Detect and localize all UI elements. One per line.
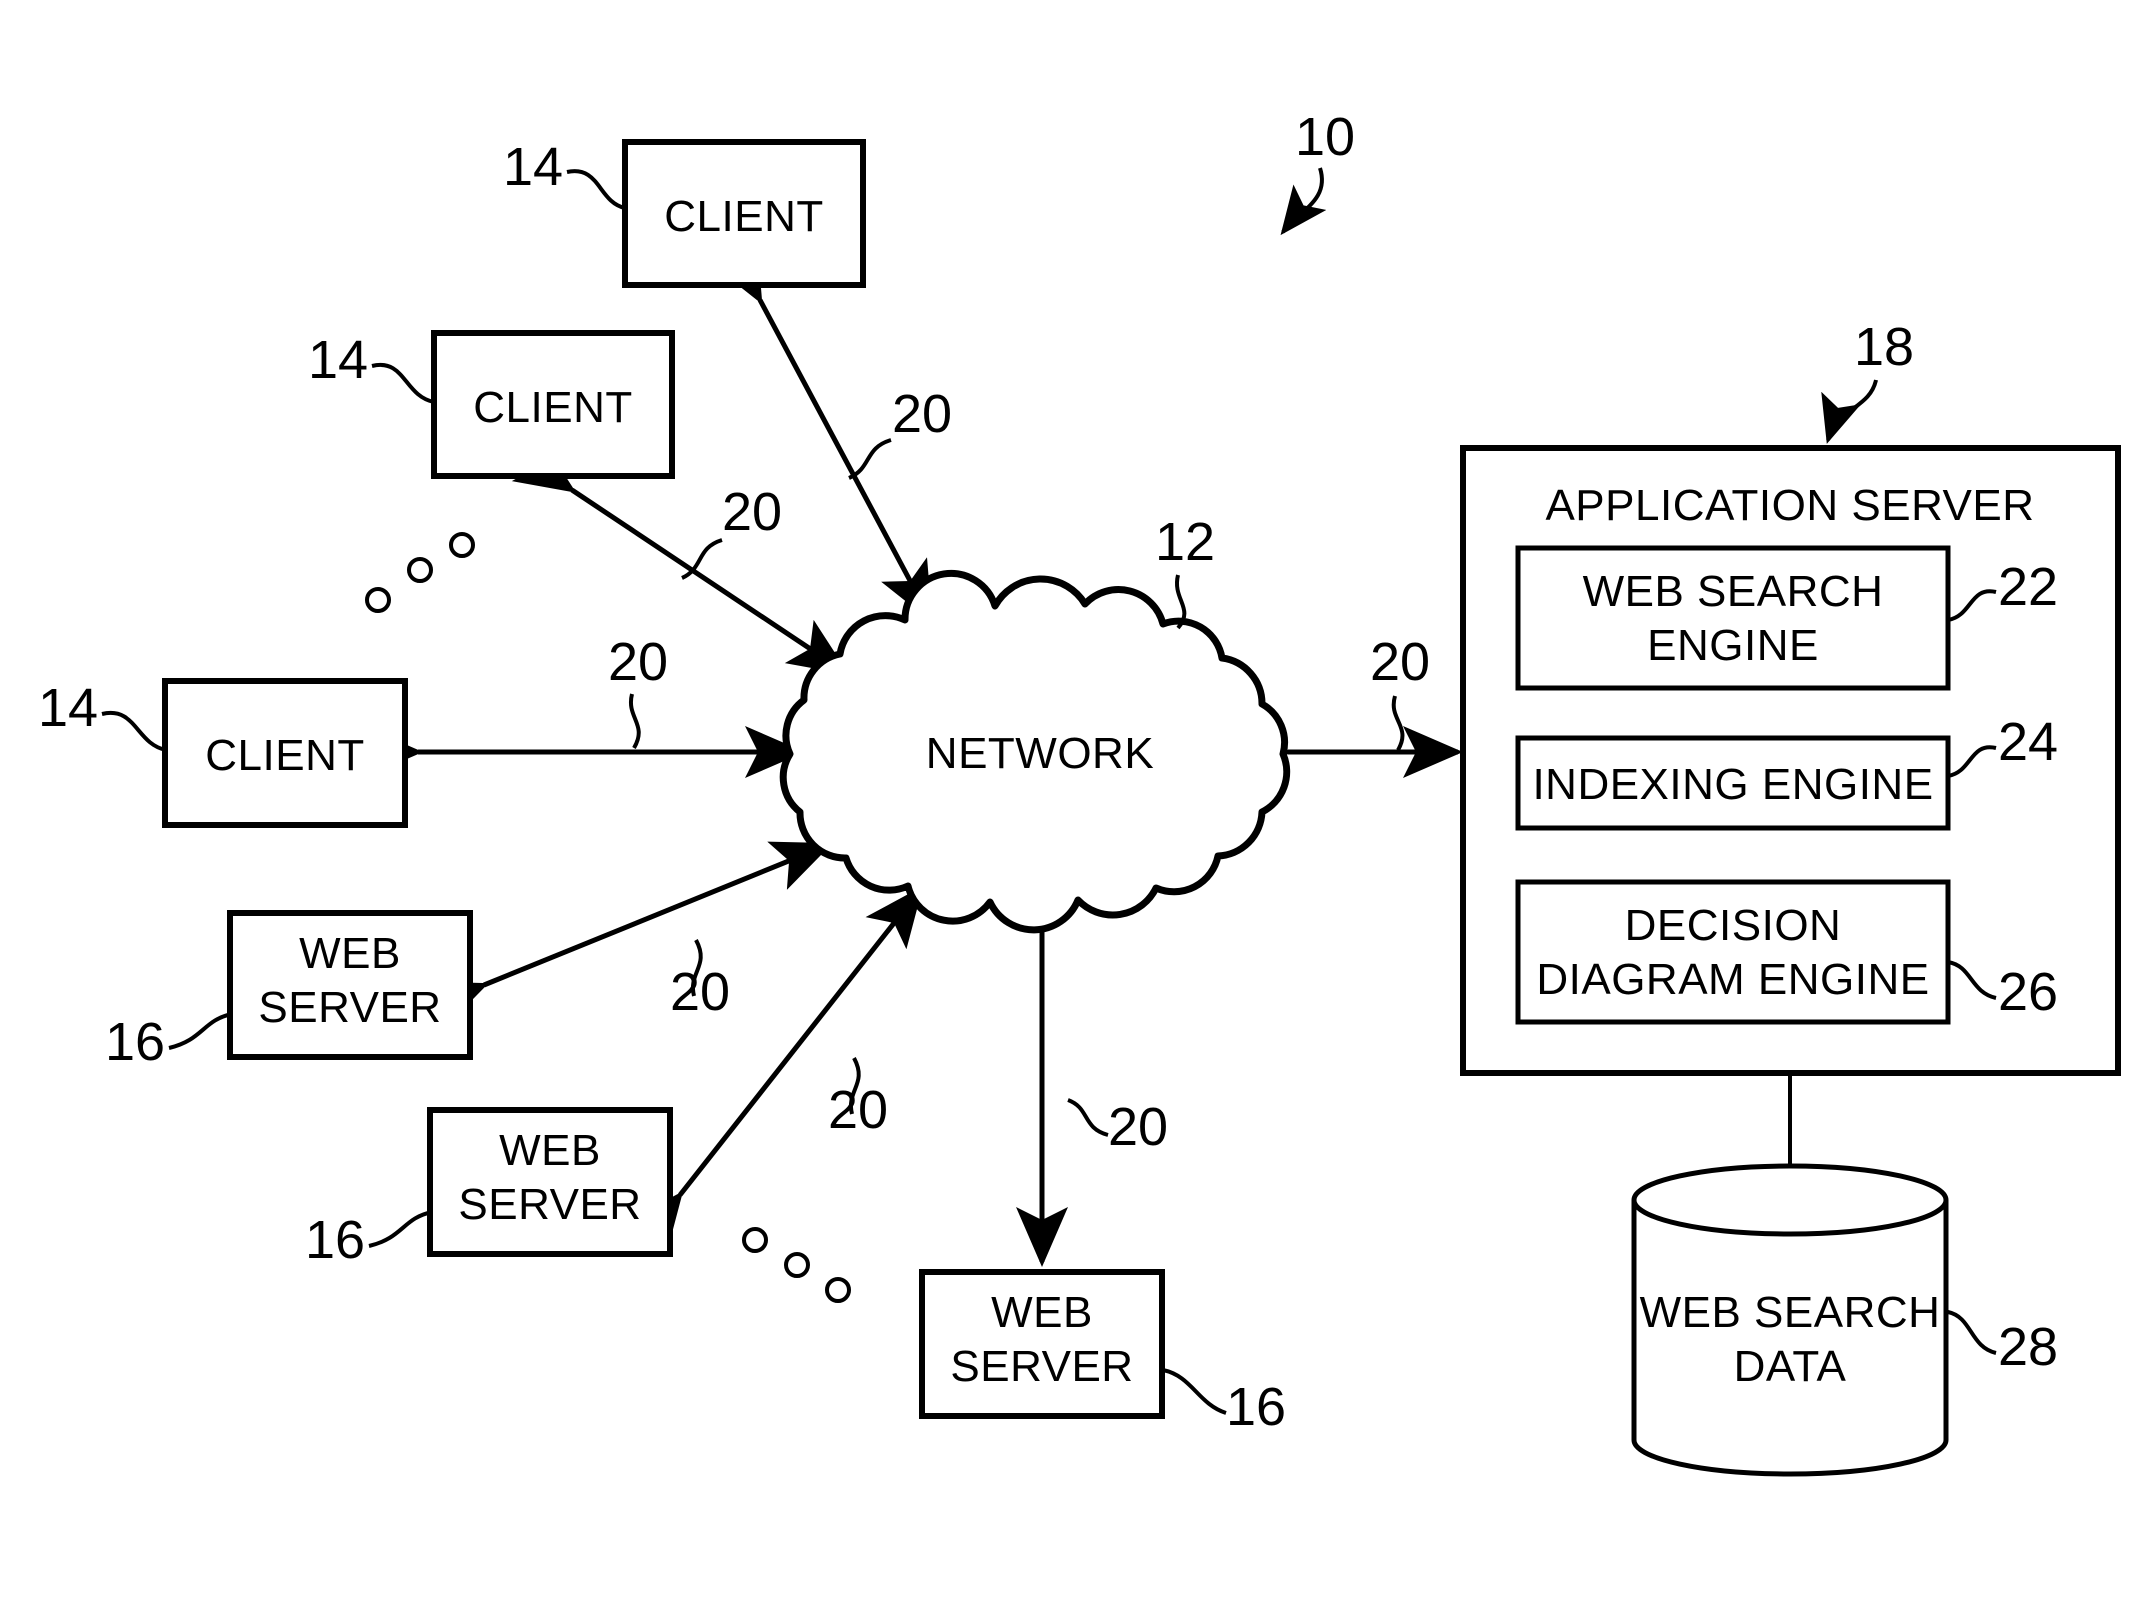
ref-20-number-4: 20 xyxy=(670,962,730,1022)
ref-16-webserver-2: 16 xyxy=(305,1210,433,1270)
web-search-data-label-line2: DATA xyxy=(1734,1342,1847,1391)
web-search-data-cylinder: WEB SEARCH DATA xyxy=(1631,1163,1949,1477)
ref-20-label-5: 20 xyxy=(828,1057,888,1140)
web-server-box-1: WEB SERVER xyxy=(227,910,473,1060)
ref-20-label-2: 20 xyxy=(681,482,782,580)
ref-12-number: 12 xyxy=(1155,512,1215,572)
client-1-label: CLIENT xyxy=(664,192,823,241)
ref-28-web-search-data: 28 xyxy=(1947,1310,2058,1377)
client-2-label: CLIENT xyxy=(473,383,632,432)
ref-18-number: 18 xyxy=(1854,317,1914,377)
connection-webserver1-network xyxy=(423,841,833,1030)
ref-18-application-server: 18 xyxy=(1821,317,1914,444)
ref-16-number-1: 16 xyxy=(105,1012,165,1072)
connection-webserver2-network xyxy=(625,886,924,1255)
ref-20-number-2: 20 xyxy=(722,482,782,542)
web-server-2-label-line1: WEB xyxy=(499,1126,601,1175)
web-search-data-label-line1: WEB SEARCH xyxy=(1640,1288,1941,1337)
network-cloud: NETWORK xyxy=(779,569,1291,934)
ref-20-label-4: 20 xyxy=(670,939,730,1022)
web-server-1-label-line2: SERVER xyxy=(258,983,441,1032)
ref-14-client-2: 14 xyxy=(308,330,435,404)
web-server-3-label-line1: WEB xyxy=(991,1288,1093,1337)
web-server-2-label-line2: SERVER xyxy=(458,1180,641,1229)
web-server-1-label-line1: WEB xyxy=(299,929,401,978)
ellipsis-web-servers xyxy=(742,1227,851,1303)
ref-14-number-3: 14 xyxy=(38,678,98,738)
indexing-engine-module: INDEXING ENGINE xyxy=(1515,735,1951,831)
application-server-title: APPLICATION SERVER xyxy=(1545,481,2034,530)
web-search-engine-label-line2: ENGINE xyxy=(1647,621,1819,670)
ref-14-client-1: 14 xyxy=(503,137,626,210)
connection-client1-network xyxy=(711,239,933,623)
ref-20-label-1: 20 xyxy=(848,384,952,480)
ref-10-number: 10 xyxy=(1295,107,1355,167)
ref-16-number-2: 16 xyxy=(305,1210,365,1270)
ellipsis-clients xyxy=(365,532,475,613)
client-box-1: CLIENT xyxy=(622,139,866,288)
web-server-box-3: WEB SERVER xyxy=(919,1269,1165,1419)
web-search-engine-label-line1: WEB SEARCH xyxy=(1583,567,1884,616)
ref-10-system: 10 xyxy=(1280,107,1355,236)
web-server-box-2: WEB SERVER xyxy=(427,1107,673,1257)
ref-20-number-7: 20 xyxy=(1370,632,1430,692)
client-box-3: CLIENT xyxy=(162,678,408,828)
decision-diagram-engine-module: DECISION DIAGRAM ENGINE xyxy=(1515,879,1951,1025)
network-label: NETWORK xyxy=(926,729,1154,778)
web-search-engine-module: WEB SEARCH ENGINE xyxy=(1515,545,1951,691)
ref-14-number-2: 14 xyxy=(308,330,368,390)
ref-22-number: 22 xyxy=(1998,557,2058,617)
client-3-label: CLIENT xyxy=(205,731,364,780)
ref-20-label-3: 20 xyxy=(608,632,668,750)
system-architecture-diagram: NETWORK CLIENT CLIENT CLIENT WEB SERVER … xyxy=(38,107,2121,1477)
ref-20-number-1: 20 xyxy=(892,384,952,444)
patent-figure-page: NETWORK CLIENT CLIENT CLIENT WEB SERVER … xyxy=(0,0,2156,1614)
ref-26-number: 26 xyxy=(1998,962,2058,1022)
ref-20-label-6: 20 xyxy=(1067,1097,1168,1157)
ref-20-number-3: 20 xyxy=(608,632,668,692)
ref-28-number: 28 xyxy=(1998,1317,2058,1377)
ref-12-network: 12 xyxy=(1155,512,1215,630)
ref-16-webserver-3: 16 xyxy=(1162,1368,1286,1437)
ref-20-label-7: 20 xyxy=(1370,632,1430,752)
web-server-3-label-line2: SERVER xyxy=(950,1342,1133,1391)
decision-diagram-engine-label-line1: DECISION xyxy=(1625,901,1842,950)
ref-14-client-3: 14 xyxy=(38,678,167,752)
decision-diagram-engine-label-line2: DIAGRAM ENGINE xyxy=(1536,955,1929,1004)
ref-20-number-5: 20 xyxy=(828,1080,888,1140)
client-box-2: CLIENT xyxy=(431,330,675,479)
ref-16-webserver-1: 16 xyxy=(105,1012,233,1072)
ref-16-number-3: 16 xyxy=(1226,1377,1286,1437)
ref-14-number-1: 14 xyxy=(503,137,563,197)
ref-24-number: 24 xyxy=(1998,712,2058,772)
indexing-engine-label: INDEXING ENGINE xyxy=(1532,760,1933,809)
ref-20-number-6: 20 xyxy=(1108,1097,1168,1157)
